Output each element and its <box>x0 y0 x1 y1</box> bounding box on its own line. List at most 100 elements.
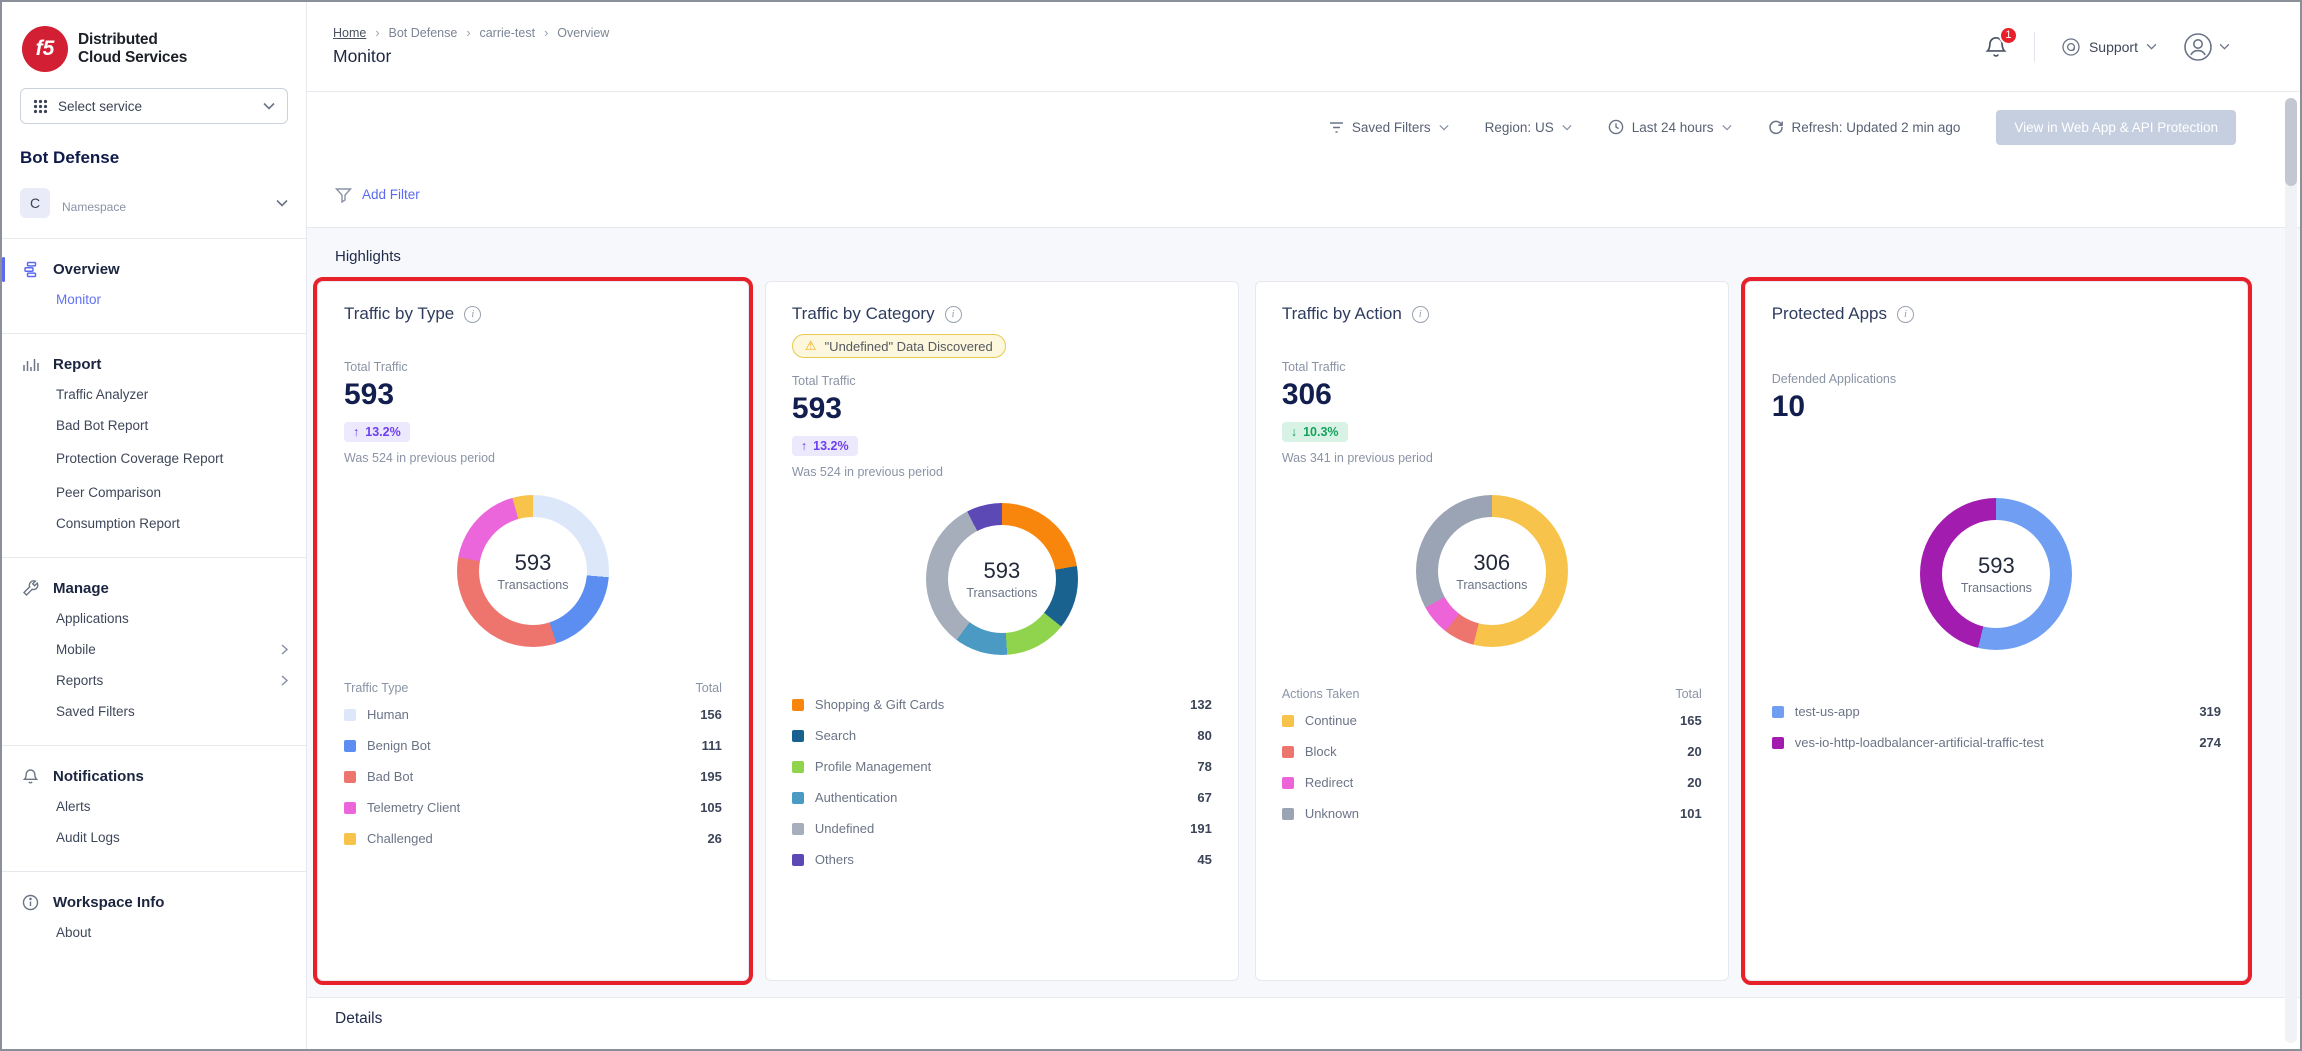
legend-item[interactable]: Unknown101 <box>1282 798 1702 829</box>
donut-chart[interactable]: 306 Transactions <box>1416 495 1568 647</box>
legend-item[interactable]: ves-io-http-loadbalancer-artificial-traf… <box>1772 727 2221 758</box>
sidebar-item-traffic-analyzer[interactable]: Traffic Analyzer <box>2 379 306 410</box>
legend-swatch <box>344 771 356 783</box>
legend-item[interactable]: Benign Bot111 <box>344 730 722 761</box>
notification-count-badge: 1 <box>1999 26 2018 45</box>
sidebar-item-notifications[interactable]: Notifications <box>2 762 306 791</box>
sidebar-item-workspace-info[interactable]: Workspace Info <box>2 888 306 917</box>
breadcrumb-home[interactable]: Home <box>333 26 366 40</box>
donut-center-label: Transactions <box>966 586 1037 600</box>
info-icon[interactable]: i <box>945 306 962 323</box>
legend-swatch <box>792 854 804 866</box>
saved-filters-dropdown[interactable]: Saved Filters <box>1329 120 1449 135</box>
legend: Shopping & Gift Cards132 Search80 Profil… <box>792 689 1212 875</box>
stat-label: Total Traffic <box>1282 360 1702 374</box>
chevron-down-icon <box>263 102 275 110</box>
sidebar-item-peer-comparison[interactable]: Peer Comparison <box>2 477 306 508</box>
funnel-icon <box>335 187 352 203</box>
sidebar-item-applications[interactable]: Applications <box>2 603 306 634</box>
filter-lines-icon <box>1329 121 1344 134</box>
undefined-data-warning-badge[interactable]: ⚠ "Undefined" Data Discovered <box>792 334 1006 358</box>
legend-item[interactable]: Profile Management78 <box>792 751 1212 782</box>
legend-item[interactable]: Block20 <box>1282 736 1702 767</box>
info-icon[interactable]: i <box>1897 306 1914 323</box>
breadcrumb-separator: › <box>466 26 470 40</box>
sidebar-item-mobile[interactable]: Mobile <box>2 634 306 665</box>
legend-swatch <box>792 761 804 773</box>
legend-item[interactable]: Others45 <box>792 844 1212 875</box>
top-bar: Home › Bot Defense › carrie-test › Overv… <box>307 2 2300 92</box>
legend-item[interactable]: Continue165 <box>1282 705 1702 736</box>
refresh-button[interactable]: Refresh: Updated 2 min ago <box>1768 119 1961 135</box>
add-filter-row: Add Filter <box>307 162 2300 228</box>
info-icon[interactable]: i <box>1412 306 1429 323</box>
sidebar-item-consumption-report[interactable]: Consumption Report <box>2 508 306 539</box>
stat-value: 10 <box>1772 390 2221 424</box>
chevron-right-icon <box>281 644 288 655</box>
sidebar-item-manage[interactable]: Manage <box>2 574 306 603</box>
legend-item[interactable]: Challenged26 <box>344 823 722 854</box>
nav-section-workspace-info: Workspace Info About <box>2 871 306 966</box>
breadcrumb-namespace[interactable]: carrie-test <box>479 26 535 40</box>
donut-chart[interactable]: 593 Transactions <box>926 503 1078 655</box>
sidebar-item-audit-logs[interactable]: Audit Logs <box>2 822 306 853</box>
donut-center-value: 593 <box>515 550 552 576</box>
legend-item[interactable]: Search80 <box>792 720 1212 751</box>
legend-item[interactable]: Human156 <box>344 699 722 730</box>
nav-section-overview: Overview Monitor <box>2 238 306 333</box>
legend: test-us-app319 ves-io-http-loadbalancer-… <box>1772 696 2221 758</box>
legend-item[interactable]: Authentication67 <box>792 782 1212 813</box>
support-menu[interactable]: Support <box>2061 37 2157 57</box>
breadcrumb: Home › Bot Defense › carrie-test › Overv… <box>333 26 609 40</box>
donut-center-value: 306 <box>1473 550 1510 576</box>
donut-chart[interactable]: 593 Transactions <box>1920 498 2072 650</box>
info-icon[interactable]: i <box>464 306 481 323</box>
card-traffic-by-action: Traffic by Action i Total Traffic 306 ↓ … <box>1255 281 1729 981</box>
legend-item[interactable]: Telemetry Client105 <box>344 792 722 823</box>
legend-swatch <box>1282 746 1294 758</box>
sidebar-item-alerts[interactable]: Alerts <box>2 791 306 822</box>
legend-item[interactable]: Undefined191 <box>792 813 1212 844</box>
time-range-dropdown[interactable]: Last 24 hours <box>1608 119 1732 135</box>
notifications-bell-button[interactable]: 1 <box>1984 35 2008 59</box>
view-in-waap-button[interactable]: View in Web App & API Protection <box>1996 110 2236 145</box>
sidebar-item-saved-filters[interactable]: Saved Filters <box>2 696 306 727</box>
legend-swatch <box>344 709 356 721</box>
breadcrumb-overview[interactable]: Overview <box>557 26 609 40</box>
add-filter-button[interactable]: Add Filter <box>335 187 420 203</box>
legend-item[interactable]: Redirect20 <box>1282 767 1702 798</box>
wrench-icon <box>22 580 39 597</box>
sidebar-item-overview[interactable]: Overview <box>2 255 306 284</box>
vertical-scrollbar[interactable] <box>2285 98 2297 1043</box>
legend-swatch <box>1772 706 1784 718</box>
brand-name: Distributed Cloud Services <box>78 31 187 67</box>
support-icon <box>2061 37 2081 57</box>
chevron-down-icon <box>1562 124 1572 131</box>
sidebar-item-report[interactable]: Report <box>2 350 306 379</box>
app-window: f5 Distributed Cloud Services Select ser… <box>0 0 2302 1051</box>
sidebar-item-bad-bot-report[interactable]: Bad Bot Report <box>2 410 306 441</box>
donut-center-label: Transactions <box>1456 578 1527 592</box>
legend-swatch <box>792 730 804 742</box>
page-title: Monitor <box>333 46 609 67</box>
sidebar-item-protection-coverage-report[interactable]: Protection Coverage Report <box>2 441 306 477</box>
namespace-selector[interactable]: C Namespace <box>20 188 288 238</box>
sidebar-item-about[interactable]: About <box>2 917 306 948</box>
legend-item[interactable]: Bad Bot195 <box>344 761 722 792</box>
breadcrumb-bot-defense[interactable]: Bot Defense <box>389 26 458 40</box>
legend-swatch <box>1282 715 1294 727</box>
service-selector-label: Select service <box>58 99 142 114</box>
legend-item[interactable]: test-us-app319 <box>1772 696 2221 727</box>
service-selector[interactable]: Select service <box>20 88 288 124</box>
scrollbar-thumb[interactable] <box>2285 98 2297 186</box>
legend-swatch <box>1282 777 1294 789</box>
user-menu[interactable] <box>2183 32 2230 62</box>
namespace-label: Namespace <box>62 200 126 214</box>
legend-item[interactable]: Shopping & Gift Cards132 <box>792 689 1212 720</box>
donut-chart[interactable]: 593 Transactions <box>457 495 609 647</box>
legend-swatch <box>1772 737 1784 749</box>
bar-chart-icon <box>22 356 39 373</box>
sidebar-item-reports[interactable]: Reports <box>2 665 306 696</box>
sidebar-item-monitor[interactable]: Monitor <box>2 284 306 315</box>
region-dropdown[interactable]: Region: US <box>1485 120 1572 135</box>
